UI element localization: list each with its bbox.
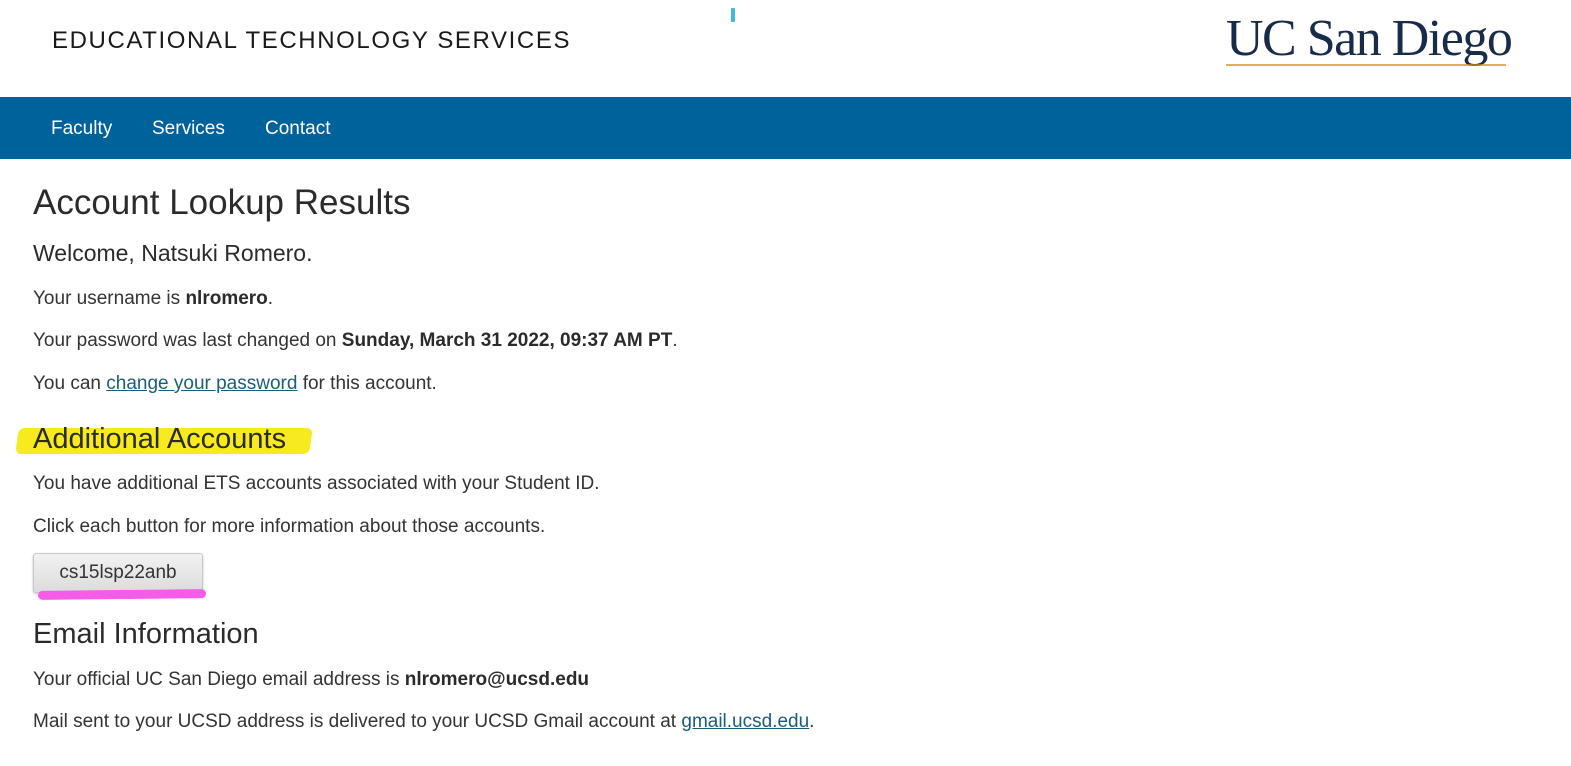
additional-accounts-heading: Additional Accounts xyxy=(33,423,287,455)
text-cursor-mark xyxy=(731,8,735,22)
page-title: Account Lookup Results xyxy=(33,183,411,222)
change-password-line: You can change your password for this ac… xyxy=(33,373,437,395)
nav-item-contact[interactable]: Contact xyxy=(265,118,330,140)
change-password-link[interactable]: change your password xyxy=(106,373,297,394)
gmail-prefix: Mail sent to your UCSD address is delive… xyxy=(33,711,682,732)
password-changed-date: Sunday, March 31 2022, 09:37 AM PT xyxy=(341,330,673,351)
main-navbar: Faculty Services Contact xyxy=(0,97,1571,159)
additional-accounts-instruction: Click each button for more information a… xyxy=(33,516,546,537)
site-header: EDUCATIONAL TECHNOLOGY SERVICES UC San D… xyxy=(0,0,1571,97)
site-title: EDUCATIONAL TECHNOLOGY SERVICES xyxy=(52,27,572,54)
username-suffix: . xyxy=(267,288,274,309)
logo-underline xyxy=(1226,64,1506,66)
logo-text: UC San Diego xyxy=(1226,10,1513,67)
official-email-address: nlromero@ucsd.edu xyxy=(404,669,590,690)
change-prefix: You can xyxy=(33,373,107,394)
gmail-line: Mail sent to your UCSD address is delive… xyxy=(33,711,814,733)
welcome-message: Welcome, Natsuki Romero. xyxy=(33,240,313,266)
pink-underline-mark xyxy=(37,589,207,600)
gmail-link[interactable]: gmail.ucsd.edu xyxy=(681,711,809,732)
nav-item-services[interactable]: Services xyxy=(152,118,225,140)
nav-item-faculty[interactable]: Faculty xyxy=(51,118,112,140)
username-value: nlromero xyxy=(185,288,268,309)
change-suffix: for this account. xyxy=(297,373,437,394)
email-information-heading: Email Information xyxy=(33,618,259,650)
official-email-line: Your official UC San Diego email address… xyxy=(33,669,589,691)
password-prefix: Your password was last changed on xyxy=(33,330,342,351)
password-suffix: . xyxy=(672,330,678,351)
gmail-suffix: . xyxy=(809,711,815,732)
username-line: Your username is nlromero. xyxy=(33,288,273,310)
username-prefix: Your username is xyxy=(33,288,186,309)
uc-san-diego-logo[interactable]: UC San Diego xyxy=(1224,8,1513,70)
official-email-prefix: Your official UC San Diego email address… xyxy=(33,669,405,690)
password-changed-line: Your password was last changed on Sunday… xyxy=(33,330,678,352)
additional-accounts-line: You have additional ETS accounts associa… xyxy=(33,473,600,494)
account-cs15lsp22anb-button[interactable]: cs15lsp22anb xyxy=(33,553,203,593)
